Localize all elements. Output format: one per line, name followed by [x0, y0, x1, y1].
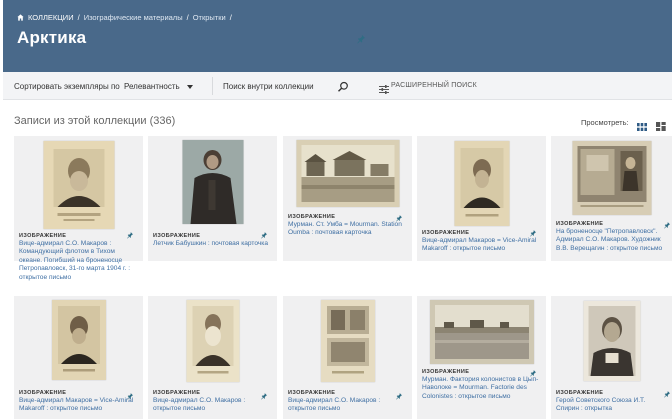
record-title[interactable]: На броненосце "Петропавловск". Адмирал С… — [556, 228, 668, 253]
grid-view-icon[interactable] — [637, 118, 647, 136]
record-type: ИЗОБРАЖЕНИЕ — [288, 214, 336, 220]
record-title[interactable]: Мурман. Фактория колонистов в Цып-Наволо… — [422, 376, 542, 401]
record-title[interactable]: Вице-адмирал С.О. Макаров : открытое пис… — [153, 397, 273, 414]
record-title[interactable]: Вице-адмирал Макаров = Vice-Amiral Makar… — [19, 397, 139, 414]
record-card[interactable]: ИЗОБРАЖЕНИЕ Герой Советского Союза И.Т. … — [551, 296, 672, 419]
toolbar-divider — [212, 77, 213, 95]
record-card[interactable]: ИЗОБРАЖЕНИЕ Мурман. Фактория колонистов … — [417, 296, 546, 419]
breadcrumb-graphic-materials[interactable]: Изографические материалы — [84, 13, 183, 22]
record-type: ИЗОБРАЖЕНИЕ — [556, 221, 604, 227]
record-thumbnail[interactable] — [186, 300, 239, 382]
search-icon[interactable] — [337, 80, 349, 92]
record-type: ИЗОБРАЖЕНИЕ — [19, 390, 67, 396]
record-type: ИЗОБРАЖЕНИЕ — [422, 369, 470, 375]
record-thumbnail[interactable] — [182, 140, 243, 224]
record-card[interactable]: ИЗОБРАЖЕНИЕ Вице-адмирал Макаров = Vice-… — [14, 296, 143, 419]
record-type: ИЗОБРАЖЕНИЕ — [556, 390, 604, 396]
advanced-search-link[interactable]: РАСШИРЕННЫЙ ПОИСК — [391, 82, 477, 89]
chevron-down-icon[interactable] — [187, 85, 193, 89]
record-thumbnail[interactable] — [43, 141, 114, 229]
records-heading: Записи из этой коллекции (336) — [14, 115, 176, 127]
home-icon[interactable] — [17, 14, 24, 21]
record-thumbnail[interactable] — [51, 300, 106, 380]
record-card[interactable]: ИЗОБРАЖЕНИЕ Летчик Бабушкин : почтовая к… — [148, 136, 277, 261]
record-title[interactable]: Герой Советского Союза И.Т. Спирин : отк… — [556, 397, 668, 414]
sliders-icon[interactable] — [379, 81, 389, 99]
record-title[interactable]: Летчик Бабушкин : почтовая карточка — [153, 240, 273, 248]
record-type: ИЗОБРАЖЕНИЕ — [422, 230, 470, 236]
page-title: Арктика — [17, 28, 87, 47]
record-card[interactable]: ИЗОБРАЖЕНИЕ Вице-адмирал Макаров = Vice-… — [417, 136, 546, 261]
collection-header: КОЛЛЕКЦИИ / Изографические материалы / О… — [3, 0, 672, 72]
collection-toolbar: Сортировать экземпляры по Релевантность … — [3, 72, 672, 100]
breadcrumb: КОЛЛЕКЦИИ / Изографические материалы / О… — [17, 13, 233, 22]
breadcrumb-separator: / — [77, 13, 80, 22]
pin-icon[interactable] — [357, 31, 365, 49]
record-type: ИЗОБРАЖЕНИЕ — [153, 233, 201, 239]
sort-select[interactable]: Релевантность — [124, 82, 180, 91]
record-thumbnail[interactable] — [454, 141, 509, 226]
record-thumbnail[interactable] — [583, 301, 640, 381]
record-card[interactable]: ИЗОБРАЖЕНИЕ Мурман. Ст. Умба = Mourman. … — [283, 136, 412, 261]
record-card[interactable]: ИЗОБРАЖЕНИЕ Вице-адмирал С.О. Макаров : … — [148, 296, 277, 419]
record-thumbnail[interactable] — [296, 140, 399, 207]
record-title[interactable]: Вице-адмирал Макаров = Vice-Amiral Makar… — [422, 237, 542, 254]
record-type: ИЗОБРАЖЕНИЕ — [19, 233, 67, 239]
collection-search-input[interactable] — [223, 78, 343, 94]
record-card[interactable]: ИЗОБРАЖЕНИЕ Вице-адмирал С.О. Макаров : … — [283, 296, 412, 419]
breadcrumb-collections[interactable]: КОЛЛЕКЦИИ — [28, 13, 74, 22]
view-label: Просмотреть: — [581, 118, 629, 127]
breadcrumb-separator: / — [229, 13, 232, 22]
record-title[interactable]: Мурман. Ст. Умба = Mourman. Station Oumb… — [288, 221, 408, 238]
record-type: ИЗОБРАЖЕНИЕ — [153, 390, 201, 396]
record-type: ИЗОБРАЖЕНИЕ — [288, 390, 336, 396]
record-thumbnail[interactable] — [320, 300, 375, 382]
record-card[interactable]: ИЗОБРАЖЕНИЕ На броненосце "Петропавловск… — [551, 136, 672, 261]
breadcrumb-postcards[interactable]: Открытки — [193, 13, 226, 22]
masonry-view-icon[interactable] — [656, 118, 666, 136]
record-thumbnail[interactable] — [429, 300, 534, 364]
breadcrumb-separator: / — [186, 13, 189, 22]
record-card[interactable]: ИЗОБРАЖЕНИЕ Вице-адмирал С.О. Макаров : … — [14, 136, 143, 281]
record-title[interactable]: Вице-адмирал С.О. Макаров : Командующий … — [19, 240, 139, 282]
sort-label: Сортировать экземпляры по — [14, 82, 120, 91]
record-thumbnail[interactable] — [572, 141, 651, 215]
record-title[interactable]: Вице-адмирал С.О. Макаров : открытое пис… — [288, 397, 408, 414]
